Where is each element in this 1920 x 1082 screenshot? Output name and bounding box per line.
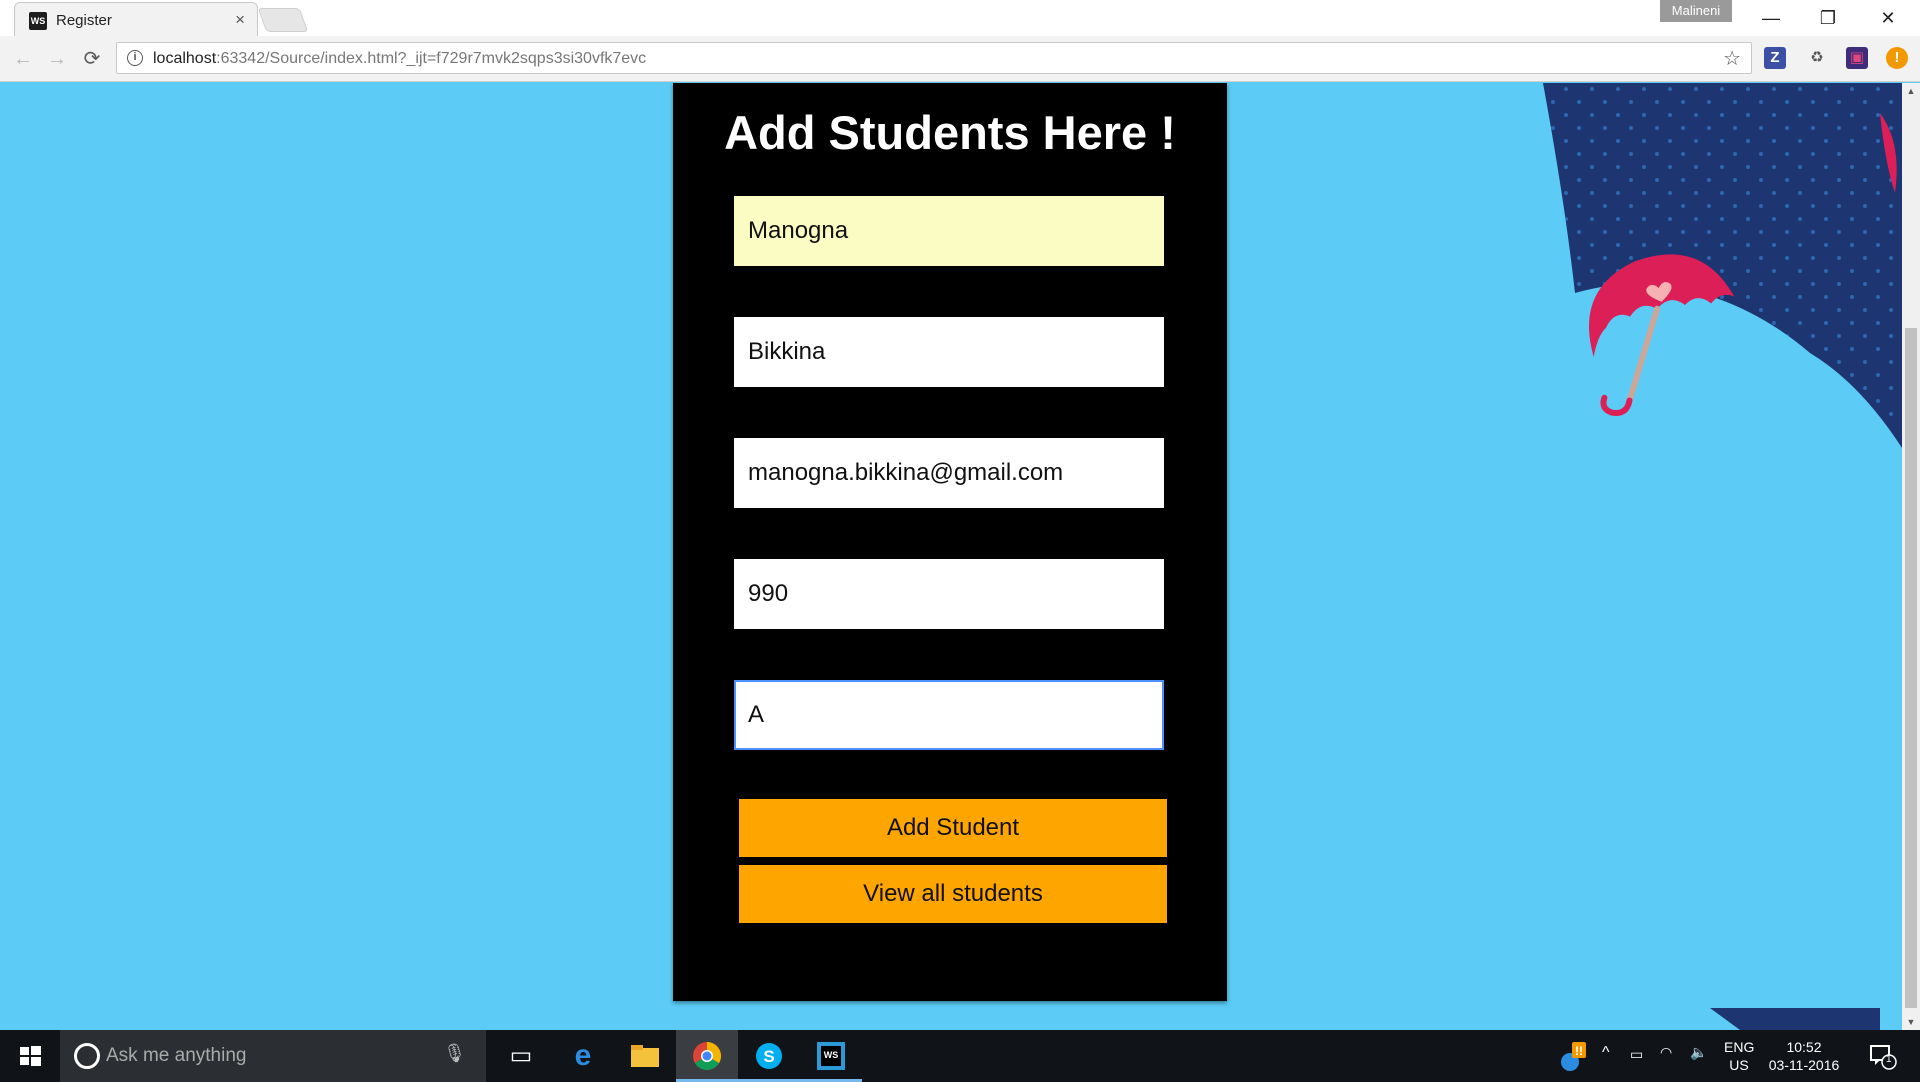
show-hidden-icons-chevron-icon[interactable]: ^ [1602, 1044, 1610, 1062]
first-name-input[interactable] [734, 196, 1164, 266]
region-label: US [1729, 1057, 1749, 1073]
address-bar[interactable]: i localhost:63342/Source/index.html?_ijt… [116, 42, 1752, 74]
cortana-search-box[interactable]: Ask me anything 🎙 [60, 1030, 486, 1082]
battery-icon[interactable]: ▭ [1630, 1046, 1643, 1063]
registration-form: Add Students Here ! Add Student View all… [673, 83, 1227, 1001]
svg-text:S: S [763, 1047, 774, 1066]
url-text: localhost:63342/Source/index.html?_ijt=f… [153, 50, 647, 67]
start-button[interactable] [0, 1030, 60, 1082]
clock[interactable]: 10:52 03-11-2016 [1762, 1038, 1846, 1074]
update-alert-icon[interactable]: !! [1560, 1040, 1588, 1072]
wifi-icon[interactable]: ◠ [1660, 1044, 1672, 1061]
scroll-down-icon[interactable]: ▼ [1902, 1014, 1920, 1030]
scrollbar-thumb[interactable] [1905, 328, 1917, 1008]
clock-date: 03-11-2016 [1768, 1057, 1840, 1073]
cortana-icon [74, 1043, 100, 1069]
window-close-icon[interactable]: ✕ [1865, 4, 1911, 32]
form-heading: Add Students Here ! [724, 106, 1176, 159]
forward-arrow-icon[interactable]: → [44, 46, 70, 72]
new-tab-button[interactable] [257, 8, 309, 32]
chrome-icon[interactable] [676, 1030, 738, 1082]
recycle-extension-icon[interactable]: ♻ [1806, 47, 1828, 69]
page-viewport: Add Students Here ! Add Student View all… [0, 83, 1902, 1030]
tab-close-icon[interactable]: × [235, 10, 245, 30]
edge-browser-icon[interactable]: e [552, 1030, 614, 1082]
action-center-icon[interactable]: 1 [1868, 1042, 1898, 1070]
z-extension-icon[interactable]: Z [1764, 47, 1786, 69]
volume-icon[interactable]: 🔈 [1690, 1044, 1707, 1061]
skype-icon[interactable]: S [738, 1030, 800, 1082]
monitor-extension-icon[interactable]: ▣ [1846, 47, 1868, 69]
profile-badge[interactable]: Malineni [1660, 0, 1732, 22]
add-student-button[interactable]: Add Student [739, 799, 1167, 857]
last-name-input[interactable] [734, 317, 1164, 387]
file-explorer-icon[interactable] [614, 1030, 676, 1082]
language-indicator[interactable]: ENG US [1724, 1038, 1754, 1074]
svg-text:WS: WS [824, 1050, 839, 1060]
windows-logo-icon [20, 1046, 41, 1066]
scroll-up-icon[interactable]: ▲ [1902, 83, 1920, 99]
windows-taskbar: Ask me anything 🎙 ▭ e S WS !! ^ ▭ ◠ 🔈 EN… [0, 1030, 1920, 1082]
email-input[interactable] [734, 438, 1164, 508]
clock-time: 10:52 [1786, 1039, 1822, 1055]
browser-titlebar: WS Register × Malineni — ❐ ✕ [0, 0, 1920, 36]
reload-icon[interactable]: ⟳ [79, 46, 105, 72]
vertical-scrollbar[interactable]: ▲ ▼ [1902, 83, 1920, 1030]
bookmark-star-icon[interactable]: ☆ [1723, 46, 1741, 71]
site-info-icon[interactable]: i [127, 50, 143, 66]
svg-text:!!: !! [1575, 1044, 1583, 1058]
language-label: ENG [1724, 1039, 1755, 1055]
back-arrow-icon[interactable]: ← [10, 46, 36, 72]
browser-tab[interactable]: WS Register × [14, 2, 258, 36]
search-placeholder: Ask me anything [106, 1045, 247, 1066]
task-view-icon[interactable]: ▭ [490, 1030, 552, 1082]
minimize-icon[interactable]: — [1748, 4, 1794, 32]
tab-title: Register [56, 12, 112, 29]
restore-icon[interactable]: ❐ [1805, 4, 1851, 32]
number-input[interactable] [734, 559, 1164, 629]
alert-extension-icon[interactable]: ! [1886, 47, 1908, 69]
grade-input[interactable] [734, 680, 1164, 750]
view-all-students-button[interactable]: View all students [739, 865, 1167, 923]
webstorm-favicon-icon: WS [29, 12, 47, 30]
webstorm-icon[interactable]: WS [800, 1030, 862, 1082]
microphone-icon[interactable]: 🎙 [443, 1043, 466, 1064]
browser-toolbar: ← → ⟳ i localhost:63342/Source/index.htm… [0, 36, 1920, 82]
notification-count: 1 [1886, 1054, 1892, 1065]
